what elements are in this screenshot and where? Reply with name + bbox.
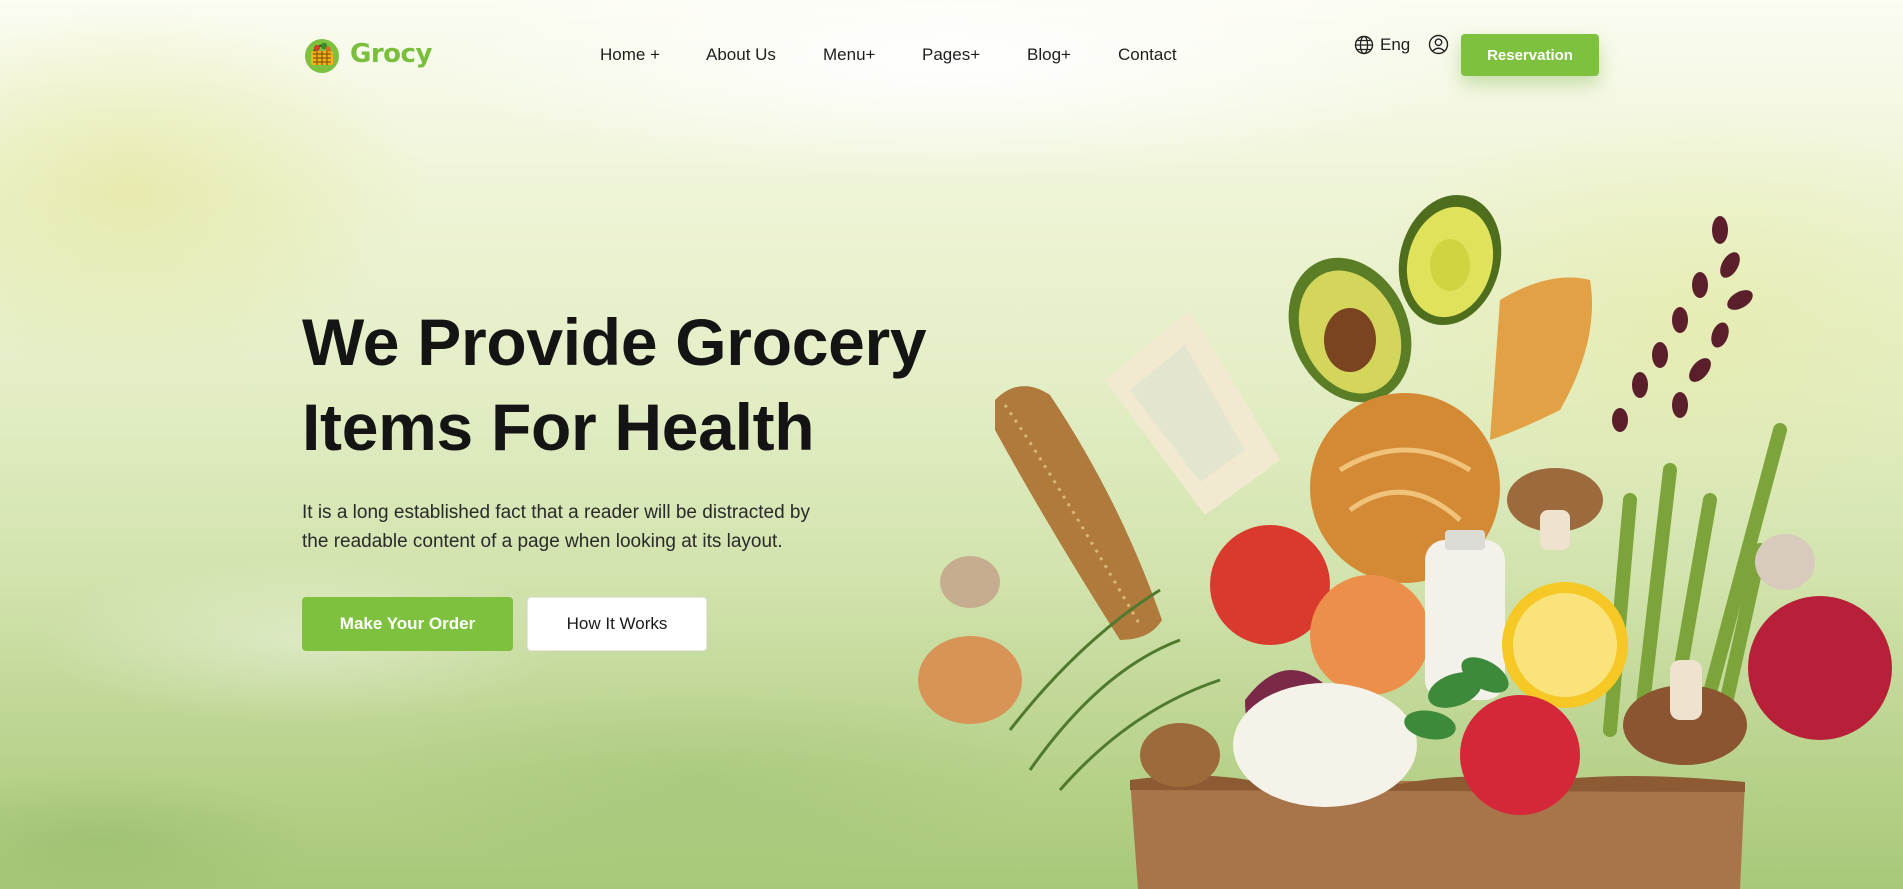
hero-title-line: We Provide Grocery <box>302 305 927 379</box>
hero-title: We Provide Grocery Items For Health <box>302 300 1002 470</box>
bread-loaf <box>995 386 1162 640</box>
reservation-button[interactable]: Reservation <box>1461 34 1599 76</box>
peach <box>1310 575 1430 695</box>
quail-egg <box>1755 534 1815 590</box>
brand-name: Grocy <box>350 39 432 69</box>
egg <box>918 636 1022 724</box>
brie-cheese <box>1233 683 1417 807</box>
hero-description-line: It is a long established fact that a rea… <box>302 502 810 523</box>
nav-menu[interactable]: Menu+ <box>823 45 875 65</box>
quail-egg <box>940 556 1000 608</box>
hero-title-line: Items For Health <box>302 390 815 464</box>
how-it-works-button[interactable]: How It Works <box>527 597 707 651</box>
globe-icon <box>1354 35 1374 54</box>
logo[interactable]: Grocy <box>302 34 432 74</box>
make-order-button[interactable]: Make Your Order <box>302 597 513 651</box>
nav-pages[interactable]: Pages+ <box>922 45 980 65</box>
grocery-bag-illustration <box>918 194 1892 889</box>
basket-icon <box>305 39 339 73</box>
paper-bag <box>1130 780 1745 889</box>
nav-home[interactable]: Home + <box>600 45 660 65</box>
croissant <box>1490 277 1592 440</box>
user-circle-icon <box>1429 34 1449 55</box>
kidney-beans <box>1612 216 1753 432</box>
nav-contact[interactable]: Contact <box>1118 45 1177 65</box>
language-selector[interactable]: Eng <box>1354 35 1410 55</box>
language-label: Eng <box>1380 34 1411 54</box>
hero-description-line: the readable content of a page when look… <box>302 531 783 552</box>
red-apple <box>1460 695 1580 815</box>
nav-blog[interactable]: Blog+ <box>1027 45 1071 65</box>
site-header: Grocy Home + About Us Menu+ Pages+ Blog+… <box>0 0 1903 110</box>
nav-about-us[interactable]: About Us <box>706 45 776 65</box>
hero-description: It is a long established fact that a rea… <box>302 498 862 556</box>
account-button[interactable] <box>1428 34 1449 55</box>
pomegranate <box>1748 596 1892 740</box>
header-tools: Eng <box>1354 34 1449 55</box>
mushroom <box>1140 723 1220 787</box>
